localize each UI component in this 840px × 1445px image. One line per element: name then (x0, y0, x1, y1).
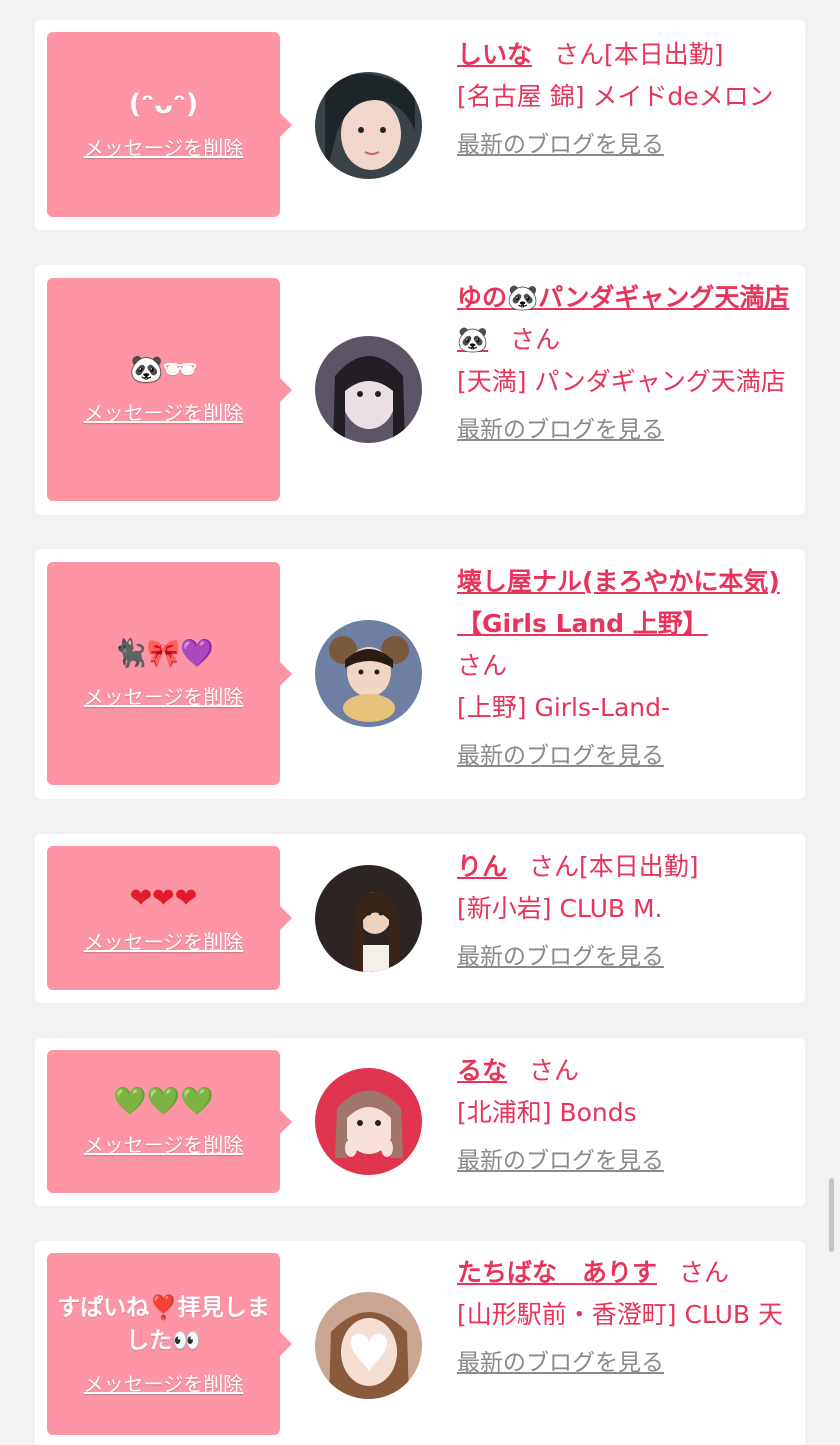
honorific: さん (529, 1056, 580, 1085)
message-bubble: 🐈‍⬛🎀💜 メッセージを削除 (47, 562, 292, 785)
avatar[interactable] (315, 865, 422, 972)
shop-name: [山形駅前・香澄町] CLUB 天 (457, 1300, 783, 1329)
delete-message-link[interactable]: メッセージを削除 (84, 397, 244, 426)
latest-blog-link[interactable]: 最新のブログを見る (457, 936, 664, 978)
shop-name: [名古屋 錦] メイドdeメロン (457, 82, 774, 111)
girl-name-link[interactable]: るな (457, 1056, 507, 1085)
girl-info: たちばな ありす さん [山形駅前・香澄町] CLUB 天 最新のブログを見る (457, 1252, 792, 1384)
message-card: (ᵔᴗᵔ) メッセージを削除 しいな さん[本日出勤] [名古屋 錦] メイドde… (35, 20, 805, 230)
message-bubble: ❤❤❤ メッセージを削除 (47, 846, 292, 990)
delete-message-link[interactable]: メッセージを削除 (84, 926, 244, 955)
girl-name-link[interactable]: りん (457, 852, 507, 881)
attendance-status: [本日出勤] (579, 852, 699, 881)
message-bubble: すぱいね❣️拝見しました👀 メッセージを削除 (47, 1253, 292, 1435)
girl-info: しいな さん[本日出勤] [名古屋 錦] メイドdeメロン 最新のブログを見る (457, 34, 792, 166)
girl-info: 壊し屋ナル(まろやかに本気)【Girls Land 上野】 さん [上野] Gi… (457, 561, 792, 777)
message-text: すぱいね❣️拝見しました👀 (57, 1294, 270, 1354)
avatar[interactable] (315, 1068, 422, 1175)
girl-name-link[interactable]: 壊し屋ナル(まろやかに本気)【Girls Land 上野】 (457, 567, 780, 638)
delete-message-link[interactable]: メッセージを削除 (84, 681, 244, 710)
message-text: 💚💚💚 (113, 1086, 214, 1117)
message-text: 🐈‍⬛🎀💜 (113, 638, 214, 669)
girl-name-link[interactable]: しいな (457, 40, 532, 69)
message-text: (ᵔᴗᵔ) (128, 89, 199, 120)
avatar[interactable] (315, 336, 422, 443)
delete-message-link[interactable]: メッセージを削除 (84, 132, 244, 161)
girl-name-link[interactable]: たちばな ありす (457, 1258, 657, 1287)
honorific: さん (679, 1258, 730, 1287)
honorific: さん (554, 40, 605, 69)
message-card: 💚💚💚 メッセージを削除 るな さん [北浦和] Bonds 最新のブログを見る (35, 1038, 805, 1206)
message-card: 🐼🕶 メッセージを削除 ゆの🐼パンダギャング天満店🐼 さん [天満] パンダギャン… (35, 265, 805, 515)
latest-blog-link[interactable]: 最新のブログを見る (457, 735, 664, 777)
scrollbar[interactable] (829, 1178, 834, 1252)
girl-info: りん さん[本日出勤] [新小岩] CLUB M. 最新のブログを見る (457, 846, 792, 978)
delete-message-link[interactable]: メッセージを削除 (84, 1368, 244, 1397)
latest-blog-link[interactable]: 最新のブログを見る (457, 1342, 664, 1384)
girl-name-link[interactable]: ゆの🐼パンダギャング天満店🐼 (457, 283, 789, 354)
honorific: さん (510, 325, 561, 354)
message-card: すぱいね❣️拝見しました👀 メッセージを削除 たちばな ありす さん [山形駅前・… (35, 1241, 805, 1445)
message-bubble: (ᵔᴗᵔ) メッセージを削除 (47, 32, 292, 217)
attendance-status: [本日出勤] (604, 40, 724, 69)
shop-name: [天満] パンダギャング天満店 (457, 367, 786, 396)
avatar[interactable] (315, 620, 422, 727)
message-bubble: 🐼🕶 メッセージを削除 (47, 278, 292, 501)
latest-blog-link[interactable]: 最新のブログを見る (457, 409, 664, 451)
girl-info: ゆの🐼パンダギャング天満店🐼 さん [天満] パンダギャング天満店 最新のブログを… (457, 277, 792, 451)
message-card: 🐈‍⬛🎀💜 メッセージを削除 壊し屋ナル(まろやかに本気)【Girls Land… (35, 549, 805, 799)
message-text: ❤❤❤ (129, 882, 198, 914)
latest-blog-link[interactable]: 最新のブログを見る (457, 1140, 664, 1182)
honorific: さん (529, 852, 580, 881)
latest-blog-link[interactable]: 最新のブログを見る (457, 124, 664, 166)
delete-message-link[interactable]: メッセージを削除 (84, 1129, 244, 1158)
shop-name: [北浦和] Bonds (457, 1098, 637, 1127)
avatar[interactable] (315, 1292, 422, 1399)
message-bubble: 💚💚💚 メッセージを削除 (47, 1050, 292, 1193)
message-card: ❤❤❤ メッセージを削除 りん さん[本日出勤] [新小岩] CLUB M. 最新… (35, 834, 805, 1003)
honorific: さん (457, 651, 508, 680)
shop-name: [上野] Girls-Land- (457, 693, 671, 722)
shop-name: [新小岩] CLUB M. (457, 894, 663, 923)
message-text: 🐼🕶 (129, 354, 198, 385)
girl-info: るな さん [北浦和] Bonds 最新のブログを見る (457, 1050, 792, 1182)
avatar[interactable] (315, 72, 422, 179)
